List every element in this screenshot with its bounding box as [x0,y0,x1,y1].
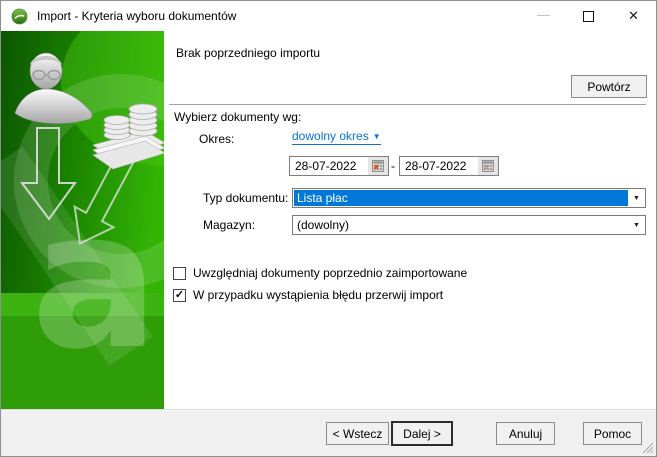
document-type-label: Typ dokumentu: [203,191,289,205]
period-label: Okres: [199,132,235,146]
title-bar[interactable]: Import - Kryteria wyboru dokumentów — ✕ [1,1,656,31]
document-type-combobox[interactable]: Lista płac ▼ [292,188,646,208]
section-label: Wybierz dokumenty wg: [174,110,302,124]
date-from-field [289,156,389,176]
warehouse-value: (dowolny) [297,218,350,232]
dropdown-arrow-icon: ▼ [633,221,640,229]
window-title: Import - Kryteria wyboru dokumentów [37,9,237,23]
link-dropdown-arrow-icon: ▼ [372,132,381,141]
window-controls: — ✕ [521,1,656,31]
calendar-icon [482,160,494,172]
warehouse-combobox[interactable]: (dowolny) ▼ [292,215,646,235]
repeat-button[interactable]: Powtórz [571,75,647,98]
close-icon: ✕ [628,8,639,23]
minimize-button[interactable]: — [521,1,566,31]
checkbox-include-imported[interactable]: Uwzględniaj dokumenty poprzednio zaimpor… [173,266,467,280]
close-button[interactable]: ✕ [611,1,656,31]
warehouse-label: Magazyn: [203,218,256,232]
check-icon: ✓ [174,288,185,301]
checkbox-box-checked[interactable]: ✓ [173,288,186,302]
svg-text:a: a [31,170,159,391]
dropdown-arrow-icon: ▼ [633,194,640,202]
minimize-icon: — [537,6,550,22]
resize-grip[interactable] [642,442,654,454]
document-type-value: Lista płac [294,190,628,206]
status-text: Brak poprzedniego importu [176,46,321,60]
maximize-button[interactable] [566,1,611,31]
checkbox-label[interactable]: Uwzględniaj dokumenty poprzednio zaimpor… [193,266,467,280]
next-button[interactable]: Dalej > [391,421,453,446]
period-preset-link[interactable]: dowolny okres ▼ [292,129,381,145]
header-separator [169,104,646,106]
import-wizard-dialog: Import - Kryteria wyboru dokumentów — ✕ [0,0,657,457]
checkbox-abort-on-error[interactable]: ✓ W przypadku wystąpienia błędu przerwij… [173,288,443,302]
checkbox-label[interactable]: W przypadku wystąpienia błędu przerwij i… [193,288,443,302]
date-to-input[interactable] [400,159,472,173]
sidebar-artwork: a [1,31,164,411]
date-to-calendar-button[interactable] [478,157,498,175]
cancel-button[interactable]: Anuluj [496,422,555,445]
date-to-field [399,156,499,176]
help-button[interactable]: Pomoc [583,422,642,445]
maximize-icon [583,10,594,22]
date-range-separator: - [391,159,395,173]
app-icon[interactable] [11,8,28,25]
date-from-calendar-button[interactable] [368,157,388,175]
calendar-icon [372,160,384,172]
back-button[interactable]: < Wstecz [326,422,389,445]
checkbox-box-unchecked[interactable] [173,266,186,280]
date-from-input[interactable] [290,159,362,173]
period-preset-text: dowolny okres [292,129,369,143]
